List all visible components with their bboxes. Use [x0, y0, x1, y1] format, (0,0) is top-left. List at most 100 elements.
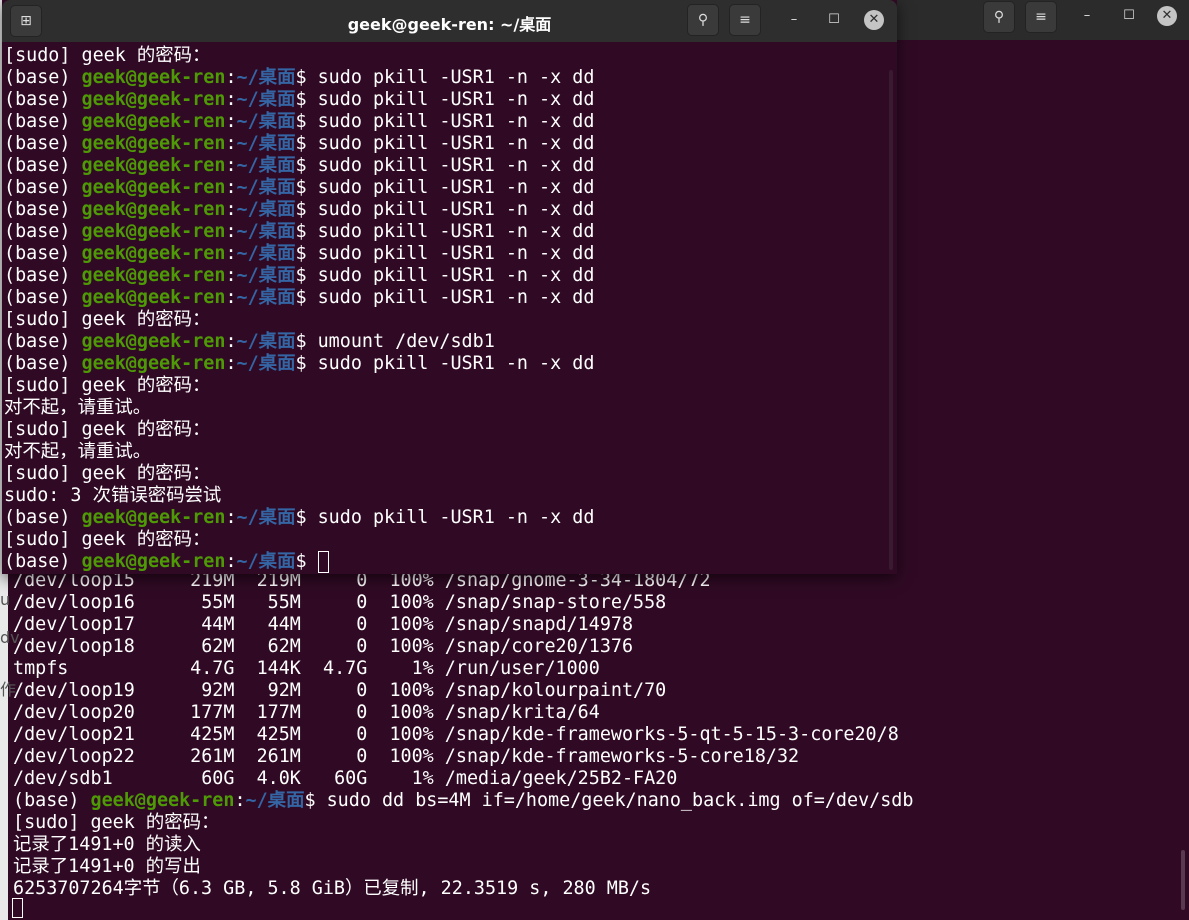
close-button[interactable]: ✕: [864, 10, 884, 30]
minimize-button[interactable]: –: [1077, 6, 1097, 26]
prompt-separator: :: [225, 507, 237, 528]
background-terminal-output[interactable]: /dev/loop15 219M 219M 0 100% /snap/gnome…: [13, 570, 913, 900]
maximize-icon: ☐: [828, 12, 840, 27]
prompt-command: $ sudo pkill -USR1 -n -x dd: [295, 353, 595, 374]
prompt-user: geek@geek-ren: [81, 507, 226, 528]
prompt-command: $ sudo pkill -USR1 -n -x dd: [295, 133, 595, 154]
prompt-separator: :: [225, 133, 237, 154]
prompt-line: (base) geek@geek-ren:~/桌面$ sudo pkill -U…: [4, 155, 594, 177]
prompt-separator: :: [225, 155, 237, 176]
maximize-button[interactable]: ☐: [1119, 6, 1139, 26]
menu-button[interactable]: ≡: [1025, 1, 1057, 33]
terminal-line: /dev/loop17 44M 44M 0 100% /snap/snapd/1…: [13, 614, 634, 635]
prompt-command: $ sudo pkill -USR1 -n -x dd: [295, 199, 595, 220]
terminal-cursor: [12, 898, 23, 918]
hamburger-menu-icon: ≡: [1035, 9, 1047, 25]
prompt-line: (base) geek@geek-ren:~/桌面$ umount /dev/s…: [4, 331, 594, 353]
hamburger-menu-icon: ≡: [739, 12, 751, 28]
search-button[interactable]: ⚲: [983, 1, 1015, 33]
prompt-separator: :: [225, 331, 237, 352]
search-icon: ⚲: [697, 12, 709, 28]
prompt-line: (base) geek@geek-ren:~/桌面$ sudo pkill -U…: [4, 353, 594, 375]
prompt-env: (base): [4, 243, 82, 264]
prompt-separator: :: [225, 199, 237, 220]
terminal-line: 6253707264字节（6.3 GB, 5.8 GiB）已复制, 22.351…: [13, 878, 652, 899]
scrollbar[interactable]: [1181, 850, 1185, 910]
window-titlebar[interactable]: ⊞ geek@geek-ren: ~/桌面 ⚲ ≡ – ☐ ✕: [2, 0, 897, 42]
prompt-separator: :: [225, 551, 237, 572]
terminal-line: [sudo] geek 的密码：: [13, 812, 220, 833]
prompt-line: (base) geek@geek-ren:~/桌面$ sudo pkill -U…: [4, 67, 594, 89]
prompt-env: (base): [13, 790, 91, 811]
scrollbar[interactable]: [889, 70, 893, 570]
terminal-cursor: [317, 551, 329, 573]
prompt-env: (base): [4, 287, 82, 308]
prompt-line: (base) geek@geek-ren:~/桌面$ sudo pkill -U…: [4, 265, 594, 287]
minimize-icon: –: [1083, 8, 1091, 23]
prompt-separator: :: [225, 243, 237, 264]
prompt-path: ~/桌面: [236, 89, 296, 110]
prompt-separator: :: [225, 265, 237, 286]
prompt-path: ~/桌面: [236, 507, 296, 528]
prompt-path: ~/桌面: [236, 177, 296, 198]
terminal-line: tmpfs 4.7G 144K 4.7G 1% /run/user/1000: [13, 658, 600, 679]
strip-fragment: u: [0, 590, 11, 609]
prompt-path: ~/桌面: [236, 133, 296, 154]
terminal-output[interactable]: [sudo] geek 的密码： (base) geek@geek-ren:~/桌…: [4, 45, 594, 573]
prompt-user: geek@geek-ren: [81, 265, 226, 286]
prompt-separator: :: [225, 89, 237, 110]
prompt-separator: :: [225, 221, 237, 242]
close-icon: ✕: [868, 12, 880, 27]
prompt-user: geek@geek-ren: [81, 287, 226, 308]
prompt-env: (base): [4, 111, 82, 132]
terminal-line: [sudo] geek 的密码：: [4, 309, 211, 330]
close-icon: ✕: [1161, 8, 1173, 23]
prompt-path: ~/桌面: [236, 265, 296, 286]
terminal-line: /dev/loop21 425M 425M 0 100% /snap/kde-f…: [13, 724, 899, 745]
search-button[interactable]: ⚲: [687, 4, 719, 36]
prompt-user: geek@geek-ren: [81, 133, 226, 154]
window-title: geek@geek-ren: ~/桌面: [347, 15, 552, 34]
menu-button[interactable]: ≡: [729, 4, 761, 36]
foreground-terminal-window[interactable]: ⊞ geek@geek-ren: ~/桌面 ⚲ ≡ – ☐ ✕ [sudo] g…: [2, 0, 897, 574]
prompt-command: $ sudo pkill -USR1 -n -x dd: [295, 177, 595, 198]
prompt-env: (base): [4, 177, 82, 198]
minimize-button[interactable]: –: [784, 10, 804, 30]
prompt-user: geek@geek-ren: [81, 111, 226, 132]
prompt-env: (base): [4, 221, 82, 242]
prompt-user: geek@geek-ren: [81, 89, 226, 110]
prompt-env: (base): [4, 133, 82, 154]
maximize-button[interactable]: ☐: [824, 10, 844, 30]
prompt-path: ~/桌面: [236, 111, 296, 132]
prompt-line: (base) geek@geek-ren:~/桌面$ sudo pkill -U…: [4, 133, 594, 155]
prompt-command: $ sudo pkill -USR1 -n -x dd: [295, 67, 595, 88]
prompt-line: (base) geek@geek-ren:~/桌面$ sudo pkill -U…: [4, 507, 594, 529]
prompt-command: $ sudo dd bs=4M if=/home/geek/nano_back.…: [304, 790, 914, 811]
prompt-path: ~/桌面: [236, 155, 296, 176]
terminal-line: 对不起，请重试。: [4, 397, 152, 418]
prompt-command: $ sudo pkill -USR1 -n -x dd: [295, 111, 595, 132]
prompt-line: (base) geek@geek-ren:~/桌面$ sudo pkill -U…: [4, 177, 594, 199]
prompt-user: geek@geek-ren: [81, 551, 226, 572]
prompt-command: $: [295, 551, 318, 572]
prompt-user: geek@geek-ren: [81, 353, 226, 374]
prompt-line: (base) geek@geek-ren:~/桌面$ sudo pkill -U…: [4, 111, 594, 133]
terminal-line: [sudo] geek 的密码：: [4, 45, 211, 66]
background-titlebar[interactable]: ⚲ ≡ – ☐ ✕: [897, 0, 1189, 40]
prompt-command: $ sudo pkill -USR1 -n -x dd: [295, 155, 595, 176]
prompt-separator: :: [225, 67, 237, 88]
prompt-line: (base) geek@geek-ren:~/桌面$ sudo pkill -U…: [4, 243, 594, 265]
close-button[interactable]: ✕: [1157, 6, 1177, 26]
prompt-command: $ umount /dev/sdb1: [295, 331, 495, 352]
terminal-line: /dev/loop16 55M 55M 0 100% /snap/snap-st…: [13, 592, 667, 613]
terminal-line: 记录了1491+0 的写出: [13, 856, 201, 877]
prompt-command: $ sudo pkill -USR1 -n -x dd: [295, 265, 595, 286]
minimize-icon: –: [790, 12, 798, 27]
prompt-line: (base) geek@geek-ren:~/桌面$ sudo dd bs=4M…: [13, 790, 913, 812]
prompt-separator: :: [225, 287, 237, 308]
prompt-user: geek@geek-ren: [81, 243, 226, 264]
prompt-line: (base) geek@geek-ren:~/桌面$: [4, 551, 594, 573]
terminal-line: 记录了1491+0 的读入: [13, 834, 201, 855]
search-icon: ⚲: [993, 9, 1005, 25]
prompt-env: (base): [4, 507, 82, 528]
